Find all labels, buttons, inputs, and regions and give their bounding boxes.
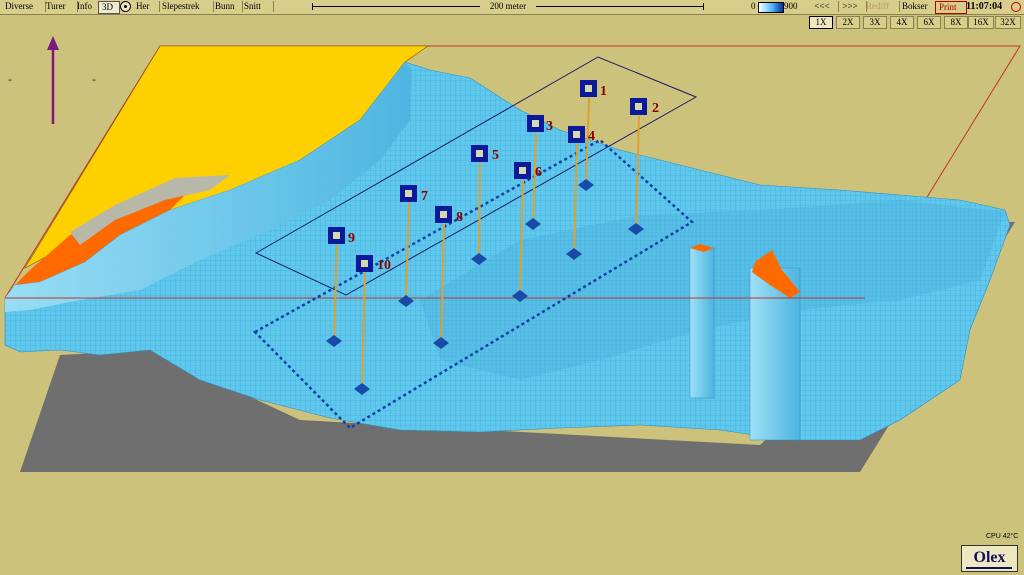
side-mark-right: - (92, 72, 96, 86)
waypoint-label-8: 8 (456, 210, 463, 225)
waypoint-label-9: 9 (348, 231, 355, 246)
waypoint-label-4: 4 (588, 129, 595, 144)
waypoint-2: 2 (630, 98, 659, 116)
pillar-left (689, 247, 715, 399)
waypoint-label-5: 5 (492, 148, 499, 163)
seabed-3d-view[interactable]: 1 2 3 4 5 6 7 8 9 10 (0, 0, 1024, 575)
waypoint-label-10: 10 (377, 258, 391, 273)
waypoint-3: 3 (527, 115, 553, 134)
olex-logo-underline (966, 567, 1012, 569)
waypoint-label-2: 2 (652, 101, 659, 116)
waypoint-1: 1 (580, 80, 607, 99)
north-arrow-icon (47, 36, 59, 124)
side-mark-left: - (8, 72, 12, 86)
waypoint-label-7: 7 (421, 189, 428, 204)
waypoint-label-1: 1 (600, 84, 607, 99)
waypoint-5: 5 (471, 145, 499, 163)
waypoint-6: 6 (514, 162, 542, 180)
waypoint-label-3: 3 (546, 119, 553, 134)
waypoint-4: 4 (568, 126, 595, 144)
cpu-temperature: CPU 42°C (986, 533, 1019, 540)
waypoint-label-6: 6 (535, 165, 542, 180)
